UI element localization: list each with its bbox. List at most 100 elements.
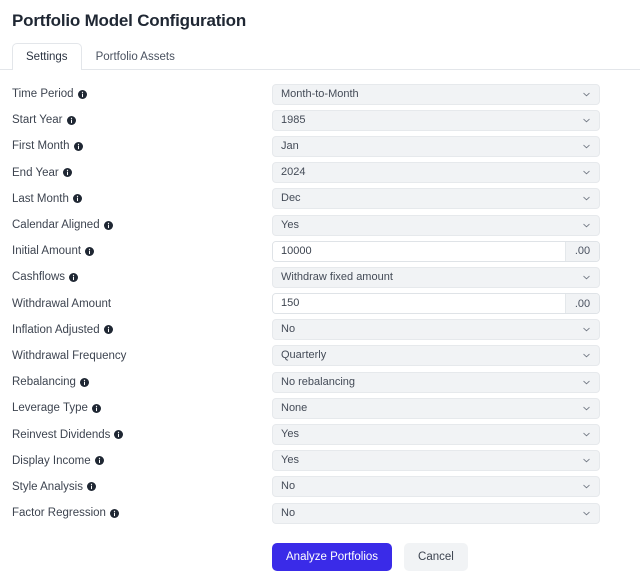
form-row-style-analysis: Style Analysis No bbox=[0, 474, 640, 500]
chevron-down-icon bbox=[582, 142, 591, 151]
form-row-cashflows: Cashflows Withdraw fixed amount bbox=[0, 264, 640, 290]
field-label-leverage-type: Leverage Type bbox=[0, 401, 272, 415]
info-circle-icon[interactable] bbox=[69, 272, 79, 282]
decimal-addon: .00 bbox=[565, 241, 599, 261]
select-factor-regression[interactable]: No bbox=[272, 502, 600, 524]
tab-bar: Settings Portfolio Assets bbox=[0, 43, 640, 70]
chevron-down-icon bbox=[582, 194, 591, 203]
info-circle-icon[interactable] bbox=[62, 168, 72, 178]
field-label-withdrawal-frequency: Withdrawal Frequency bbox=[0, 349, 272, 363]
select-value: No bbox=[281, 480, 296, 493]
select-time-period[interactable]: Month-to-Month bbox=[272, 83, 600, 105]
info-circle-icon[interactable] bbox=[73, 141, 83, 151]
label-text: Start Year bbox=[12, 114, 63, 127]
select-reinvest-dividends[interactable]: Yes bbox=[272, 424, 600, 446]
analyze-portfolios-button[interactable]: Analyze Portfolios bbox=[272, 543, 393, 572]
label-text: Last Month bbox=[12, 192, 69, 205]
input-initial-amount[interactable] bbox=[273, 241, 565, 261]
select-value: Quarterly bbox=[281, 349, 327, 362]
form-row-end-year: End Year 2024 bbox=[0, 160, 640, 186]
input-withdrawal-amount[interactable] bbox=[273, 294, 565, 314]
field-control-calendar-aligned: Yes bbox=[272, 214, 600, 236]
form-row-withdrawal-amount: Withdrawal Amount .00 bbox=[0, 291, 640, 317]
chevron-down-icon bbox=[582, 116, 591, 125]
page-title: Portfolio Model Configuration bbox=[12, 11, 247, 30]
form-row-start-year: Start Year 1985 bbox=[0, 107, 640, 133]
select-style-analysis[interactable]: No bbox=[272, 476, 600, 498]
field-control-inflation-adjusted: No bbox=[272, 319, 600, 341]
field-control-cashflows: Withdraw fixed amount bbox=[272, 266, 600, 288]
select-start-year[interactable]: 1985 bbox=[272, 109, 600, 131]
select-value: None bbox=[281, 401, 308, 414]
field-control-end-year: 2024 bbox=[272, 162, 600, 184]
info-circle-icon[interactable] bbox=[85, 246, 95, 256]
info-circle-icon[interactable] bbox=[66, 115, 76, 125]
field-label-style-analysis: Style Analysis bbox=[0, 480, 272, 494]
info-circle-icon[interactable] bbox=[103, 220, 113, 230]
form-row-calendar-aligned: Calendar Aligned Yes bbox=[0, 212, 640, 238]
select-value: Yes bbox=[281, 218, 299, 231]
info-circle-icon[interactable] bbox=[86, 482, 96, 492]
label-text: Rebalancing bbox=[12, 376, 76, 389]
chevron-down-icon bbox=[582, 168, 591, 177]
select-value: 1985 bbox=[281, 113, 306, 126]
field-label-time-period: Time Period bbox=[0, 87, 272, 101]
label-text: End Year bbox=[12, 166, 59, 179]
label-text: First Month bbox=[12, 140, 70, 153]
select-withdrawal-frequency[interactable]: Quarterly bbox=[272, 345, 600, 367]
form-actions: Analyze Portfolios Cancel bbox=[0, 543, 640, 572]
select-last-month[interactable]: Dec bbox=[272, 188, 600, 210]
field-label-cashflows: Cashflows bbox=[0, 270, 272, 284]
chevron-down-icon bbox=[582, 482, 591, 491]
info-circle-icon[interactable] bbox=[72, 194, 82, 204]
select-display-income[interactable]: Yes bbox=[272, 450, 600, 472]
field-control-rebalancing: No rebalancing bbox=[272, 371, 600, 393]
select-first-month[interactable]: Jan bbox=[272, 135, 600, 157]
info-circle-icon[interactable] bbox=[103, 325, 113, 335]
label-text: Display Income bbox=[12, 454, 91, 467]
select-rebalancing[interactable]: No rebalancing bbox=[272, 371, 600, 393]
info-circle-icon[interactable] bbox=[91, 403, 101, 413]
chevron-down-icon bbox=[582, 221, 591, 230]
field-control-display-income: Yes bbox=[272, 450, 600, 472]
chevron-down-icon bbox=[582, 273, 591, 282]
label-text: Calendar Aligned bbox=[12, 219, 100, 232]
cancel-button[interactable]: Cancel bbox=[404, 543, 468, 572]
label-text: Leverage Type bbox=[12, 402, 88, 415]
label-text: Withdrawal Frequency bbox=[12, 349, 127, 362]
chevron-down-icon bbox=[582, 351, 591, 360]
field-label-factor-regression: Factor Regression bbox=[0, 506, 272, 520]
portfolio-model-configuration-page: Portfolio Model Configuration Settings Po… bbox=[0, 0, 640, 579]
form-row-display-income: Display Income Yes bbox=[0, 448, 640, 474]
form-row-withdrawal-frequency: Withdrawal Frequency Quarterly bbox=[0, 343, 640, 369]
field-label-start-year: Start Year bbox=[0, 113, 272, 127]
chevron-down-icon bbox=[582, 90, 591, 99]
info-circle-icon[interactable] bbox=[114, 430, 124, 440]
field-control-reinvest-dividends: Yes bbox=[272, 424, 600, 446]
select-value: Dec bbox=[281, 192, 301, 205]
info-circle-icon[interactable] bbox=[94, 456, 104, 466]
select-end-year[interactable]: 2024 bbox=[272, 162, 600, 184]
label-text: Reinvest Dividends bbox=[12, 428, 111, 441]
select-cashflows[interactable]: Withdraw fixed amount bbox=[272, 266, 600, 288]
select-value: 2024 bbox=[281, 166, 306, 179]
field-control-withdrawal-frequency: Quarterly bbox=[272, 345, 600, 367]
label-text: Factor Regression bbox=[12, 507, 106, 520]
field-control-style-analysis: No bbox=[272, 476, 600, 498]
info-circle-icon[interactable] bbox=[77, 89, 87, 99]
field-control-start-year: 1985 bbox=[272, 109, 600, 131]
info-circle-icon[interactable] bbox=[79, 377, 89, 387]
tab-portfolio-assets[interactable]: Portfolio Assets bbox=[82, 43, 189, 70]
field-label-inflation-adjusted: Inflation Adjusted bbox=[0, 323, 272, 337]
info-circle-icon[interactable] bbox=[109, 508, 119, 518]
select-inflation-adjusted[interactable]: No bbox=[272, 319, 600, 341]
chevron-down-icon bbox=[582, 404, 591, 413]
field-control-factor-regression: No bbox=[272, 502, 600, 524]
field-label-withdrawal-amount: Withdrawal Amount bbox=[0, 297, 272, 311]
select-calendar-aligned[interactable]: Yes bbox=[272, 214, 600, 236]
select-leverage-type[interactable]: None bbox=[272, 397, 600, 419]
field-label-end-year: End Year bbox=[0, 166, 272, 180]
tab-settings[interactable]: Settings bbox=[12, 43, 82, 70]
form-row-first-month: First Month Jan bbox=[0, 133, 640, 159]
select-value: No bbox=[281, 506, 296, 519]
